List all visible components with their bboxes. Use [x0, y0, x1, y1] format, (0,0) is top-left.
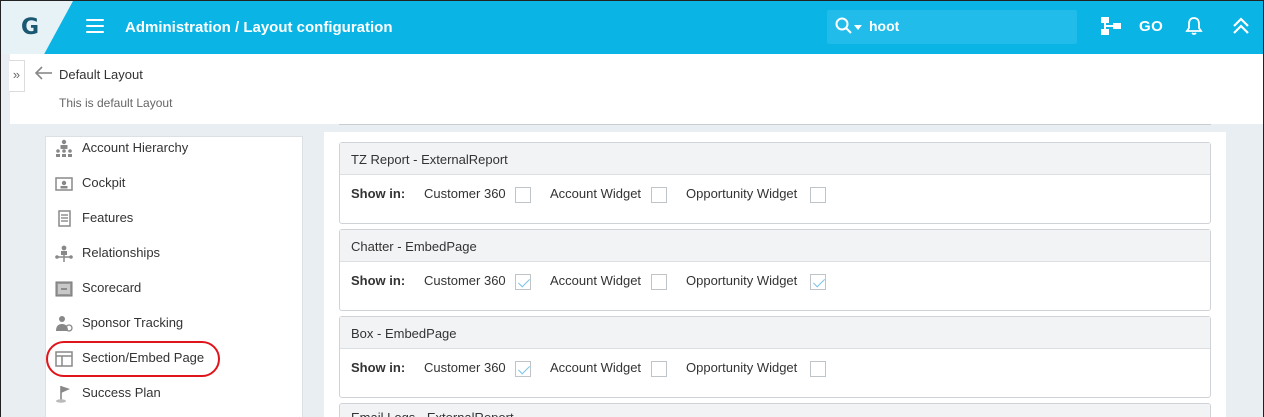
scorecard-icon [55, 281, 73, 297]
sidebar-item-scorecard[interactable]: Scorecard [46, 273, 302, 307]
layout-header [10, 54, 1263, 124]
search-input[interactable] [869, 18, 1069, 34]
sidebar-item-label: Features [82, 210, 134, 225]
account-hierarchy-icon [56, 139, 72, 157]
customer-360-checkbox[interactable] [515, 187, 531, 203]
sidebar-item-label: Section/Embed Page [82, 350, 205, 365]
sidebar-item-label: Cockpit [82, 175, 126, 190]
sidebar-item-features[interactable]: Features [46, 203, 302, 237]
section-card-box: Box - EmbedPage Show in: Customer 360 Ac… [339, 316, 1211, 398]
hamburger-menu-icon[interactable] [86, 19, 104, 33]
section-card-chatter: Chatter - EmbedPage Show in: Customer 36… [339, 229, 1211, 311]
sidebar-item-label: Relationships [82, 245, 161, 260]
section-card-title: TZ Report - ExternalReport [340, 143, 1210, 175]
opportunity-widget-checkbox[interactable] [810, 187, 826, 203]
go-icon[interactable]: GO [1139, 18, 1163, 35]
show-in-label: Show in: [351, 186, 406, 201]
search-scope-dropdown-icon[interactable] [854, 25, 862, 30]
section-card-title: Email Logs - ExternalReport [340, 404, 1210, 417]
left-gutter [1, 54, 10, 417]
search-icon[interactable] [835, 17, 853, 35]
account-widget-checkbox[interactable] [651, 361, 667, 377]
section-card-email-logs: Email Logs - ExternalReport [339, 403, 1211, 417]
sidebar-item-label: Sponsor Tracking [82, 315, 184, 330]
account-widget-checkbox[interactable] [651, 274, 667, 290]
section-embed-page-icon [55, 351, 73, 367]
section-type-list: Account Hierarchy Cockpit Features Relat… [45, 136, 303, 417]
top-navigation-bar: G Administration / Layout configuration … [1, 1, 1263, 54]
success-plan-icon [56, 386, 70, 403]
show-in-label: Show in: [351, 360, 406, 375]
account-widget-label: Account Widget [550, 273, 642, 288]
customer-360-label: Customer 360 [424, 360, 506, 375]
section-card-title: Chatter - EmbedPage [340, 230, 1210, 262]
divider [339, 124, 1211, 125]
back-arrow-icon[interactable] [34, 65, 54, 86]
opportunity-widget-label: Opportunity Widget [686, 186, 798, 201]
sponsor-tracking-icon [56, 316, 73, 332]
sidebar-item-account-hierarchy[interactable]: Account Hierarchy [46, 133, 302, 167]
customer-360-label: Customer 360 [424, 186, 506, 201]
customer-360-checkbox[interactable] [515, 274, 531, 290]
opportunity-widget-label: Opportunity Widget [686, 360, 798, 375]
hierarchy-icon[interactable] [1100, 16, 1122, 41]
opportunity-widget-label: Opportunity Widget [686, 273, 798, 288]
sidebar-item-label: Account Hierarchy [82, 140, 189, 155]
expand-sidebar-icon[interactable]: » [9, 60, 25, 92]
page-breadcrumb-title: Administration / Layout configuration [125, 19, 393, 36]
sidebar-item-label: Success Plan [82, 385, 161, 400]
account-widget-label: Account Widget [550, 186, 642, 201]
customer-360-label: Customer 360 [424, 273, 506, 288]
account-widget-label: Account Widget [550, 360, 642, 375]
relationships-icon [55, 245, 73, 262]
features-icon [58, 210, 71, 227]
opportunity-widget-checkbox[interactable] [810, 361, 826, 377]
layout-title: Default Layout [59, 67, 143, 82]
collapse-up-icon[interactable] [1231, 16, 1251, 41]
opportunity-widget-checkbox[interactable] [810, 274, 826, 290]
sidebar-item-label: Scorecard [82, 280, 142, 295]
app-logo[interactable]: G [21, 15, 39, 40]
sidebar-item-sponsor-tracking[interactable]: Sponsor Tracking [46, 308, 302, 342]
customer-360-checkbox[interactable] [515, 361, 531, 377]
sidebar-item-success-plan[interactable]: Success Plan [46, 378, 302, 412]
sidebar-item-section-embed-page[interactable]: Section/Embed Page [46, 343, 302, 377]
account-widget-checkbox[interactable] [651, 187, 667, 203]
sidebar-item-cockpit[interactable]: Cockpit [46, 168, 302, 202]
show-in-label: Show in: [351, 273, 406, 288]
sidebar-item-relationships[interactable]: Relationships [46, 238, 302, 272]
global-search[interactable] [827, 10, 1077, 44]
layout-description: This is default Layout [59, 96, 173, 110]
cockpit-icon [55, 177, 73, 191]
section-card-title: Box - EmbedPage [340, 317, 1210, 349]
section-card-tz-report: TZ Report - ExternalReport Show in: Cust… [339, 142, 1211, 224]
bell-icon[interactable] [1185, 16, 1203, 41]
